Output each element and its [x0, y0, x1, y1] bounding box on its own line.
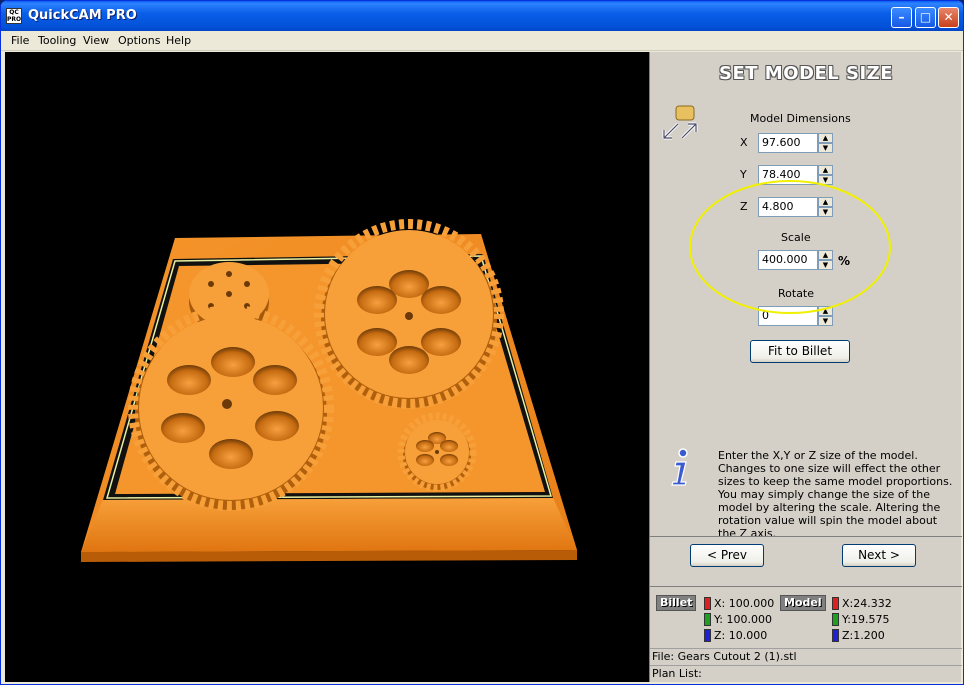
- menu-bar: File Tooling View Options Help: [1, 31, 963, 51]
- resize-arrows-icon: [662, 105, 698, 140]
- app-logo-icon: QC PRO: [6, 8, 22, 24]
- highlight-ellipse: [689, 180, 891, 314]
- z-swatch: [704, 629, 711, 642]
- model-tag: Model: [780, 595, 826, 611]
- plan-list-status: Plan List:: [650, 665, 962, 681]
- next-button[interactable]: Next >: [842, 544, 916, 567]
- menu-view[interactable]: View: [79, 33, 113, 48]
- 3d-viewport[interactable]: [5, 52, 649, 682]
- fit-to-billet-button[interactable]: Fit to Billet: [750, 340, 850, 363]
- model-dimensions-label: Model Dimensions: [750, 112, 851, 125]
- billet-x: X: 100.000: [714, 597, 775, 610]
- model-z: Z:1.200: [842, 629, 885, 642]
- billet-y: Y: 100.000: [714, 613, 772, 626]
- model-x: X:24.332: [842, 597, 892, 610]
- info-text: Enter the X,Y or Z size of the model. Ch…: [718, 449, 953, 540]
- x-label: X: [740, 136, 748, 149]
- x-swatch: [832, 597, 839, 610]
- menu-tooling[interactable]: Tooling: [34, 33, 80, 48]
- billet-edge: [81, 550, 577, 562]
- y-swatch: [832, 613, 839, 626]
- separator: [650, 586, 962, 587]
- prev-button[interactable]: < Prev: [690, 544, 764, 567]
- maximize-button[interactable]: □: [915, 7, 936, 28]
- billet-z: Z: 10.000: [714, 629, 768, 642]
- disc-hole: [244, 281, 250, 287]
- disc-hole: [208, 281, 214, 287]
- menu-file[interactable]: File: [7, 33, 33, 48]
- disc-hole: [226, 291, 232, 297]
- x-swatch: [704, 597, 711, 610]
- billet-front: [81, 498, 577, 552]
- menu-help[interactable]: Help: [162, 33, 195, 48]
- spin-up-icon[interactable]: ▲: [818, 165, 833, 175]
- menu-options[interactable]: Options: [114, 33, 164, 48]
- model-y: Y:19.575: [842, 613, 890, 626]
- spin-down-icon[interactable]: ▼: [818, 143, 833, 153]
- close-button[interactable]: ✕: [938, 7, 959, 28]
- set-model-size-panel: SET MODEL SIZE Model Dimensions X 97.600…: [649, 52, 962, 682]
- x-dimension-input[interactable]: 97.600: [758, 133, 818, 153]
- spin-down-icon[interactable]: ▼: [818, 316, 833, 326]
- x-spinner[interactable]: ▲ ▼: [818, 133, 833, 153]
- z-swatch: [832, 629, 839, 642]
- info-icon: [671, 448, 688, 486]
- disc-hole: [226, 271, 232, 277]
- window-title: QuickCAM PRO: [28, 8, 137, 23]
- panel-title: SET MODEL SIZE: [718, 63, 893, 84]
- title-bar[interactable]: QC PRO QuickCAM PRO – □ ✕: [1, 1, 963, 31]
- y-swatch: [704, 613, 711, 626]
- model-render: [81, 219, 577, 562]
- separator: [650, 536, 962, 537]
- spin-up-icon[interactable]: ▲: [818, 133, 833, 143]
- minimize-button[interactable]: –: [891, 7, 912, 28]
- billet-tag: Billet: [656, 595, 697, 611]
- file-status: File: Gears Cutout 2 (1).stl: [650, 648, 962, 664]
- app-window: QC PRO QuickCAM PRO – □ ✕ File Tooling V…: [0, 0, 964, 685]
